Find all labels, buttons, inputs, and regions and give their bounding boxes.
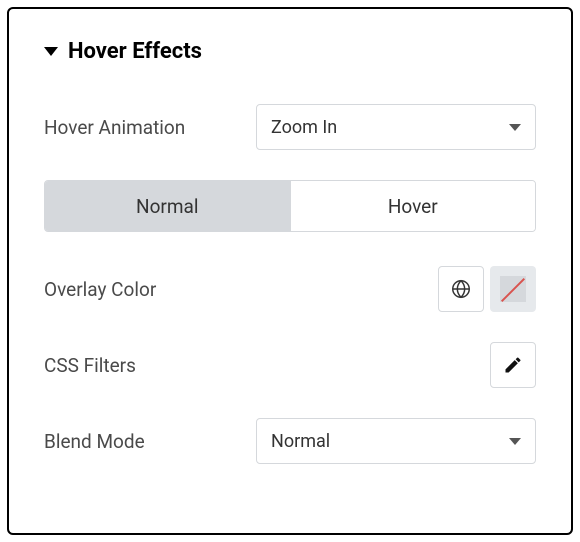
css-filters-edit-button[interactable] <box>490 342 536 388</box>
overlay-color-label: Overlay Color <box>44 278 156 301</box>
blend-mode-row: Blend Mode Normal <box>44 418 536 464</box>
blend-mode-select[interactable]: Normal <box>256 418 536 464</box>
tab-hover-label: Hover <box>388 195 438 218</box>
chevron-down-icon <box>509 438 521 445</box>
css-filters-row: CSS Filters <box>44 342 536 388</box>
blend-mode-value: Normal <box>271 431 330 452</box>
state-tabs: Normal Hover <box>44 180 536 232</box>
section-toggle[interactable]: Hover Effects <box>44 39 536 64</box>
tab-hover[interactable]: Hover <box>290 181 536 231</box>
hover-effects-panel: Hover Effects Hover Animation Zoom In No… <box>7 7 573 535</box>
no-color-icon <box>500 276 526 302</box>
blend-mode-label: Blend Mode <box>44 430 145 453</box>
tab-normal[interactable]: Normal <box>45 181 290 231</box>
color-swatch-button[interactable] <box>490 266 536 312</box>
caret-down-icon <box>44 47 58 56</box>
hover-animation-row: Hover Animation Zoom In <box>44 104 536 150</box>
global-color-button[interactable] <box>438 266 484 312</box>
globe-icon <box>450 278 472 300</box>
hover-animation-label: Hover Animation <box>44 116 185 139</box>
section-title: Hover Effects <box>68 39 202 64</box>
chevron-down-icon <box>509 124 521 131</box>
hover-animation-value: Zoom In <box>271 117 337 138</box>
hover-animation-select[interactable]: Zoom In <box>256 104 536 150</box>
pencil-icon <box>503 355 523 375</box>
overlay-color-row: Overlay Color <box>44 266 536 312</box>
overlay-color-controls <box>438 266 536 312</box>
css-filters-label: CSS Filters <box>44 354 136 377</box>
tab-normal-label: Normal <box>136 195 198 218</box>
